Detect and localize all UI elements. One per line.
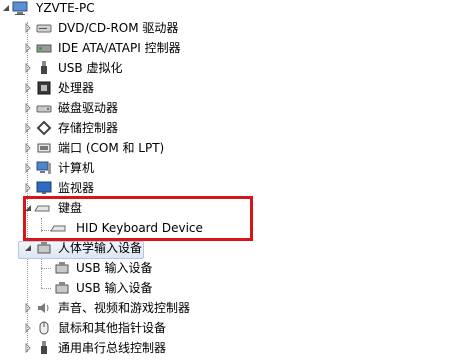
processor-icon — [37, 81, 51, 95]
mouse-icon — [39, 321, 49, 335]
tree-item-label: 通用串行总线控制器 — [58, 341, 167, 355]
hid-icon — [37, 242, 51, 254]
tree-item-processor[interactable]: 处理器 — [0, 78, 260, 98]
tree-item-label: 处理器 — [58, 81, 95, 95]
disk-drive-icon — [36, 105, 52, 113]
ide-controller-icon — [36, 44, 52, 53]
expand-arrow-icon[interactable] — [23, 143, 33, 153]
highlight-box — [23, 196, 253, 241]
expand-arrow-icon[interactable] — [23, 83, 33, 93]
collapse-arrow-icon[interactable] — [1, 3, 11, 13]
tree-item-monitor[interactable]: 监视器 — [0, 178, 260, 198]
tree-item-label: 声音、视频和游戏控制器 — [58, 301, 191, 315]
computer-root-icon — [12, 1, 28, 15]
tree-item-usb-input-device[interactable]: USB 输入设备 — [0, 278, 260, 298]
tree-item-label: USB 输入设备 — [76, 281, 153, 295]
port-icon — [37, 143, 51, 153]
tree-item-label: 监视器 — [58, 181, 95, 195]
tree-item-label: USB 输入设备 — [76, 261, 153, 275]
sound-icon — [38, 303, 49, 313]
tree-item-mouse[interactable]: 鼠标和其他指针设备 — [0, 318, 260, 338]
collapse-arrow-icon[interactable] — [23, 243, 33, 253]
tree-item-label: 端口 (COM 和 LPT) — [58, 141, 165, 155]
tree-item-storage[interactable]: 存储控制器 — [0, 118, 260, 138]
tree-item-sound[interactable]: 声音、视频和游戏控制器 — [0, 298, 260, 318]
tree-item-label: 磁盘驱动器 — [58, 101, 119, 115]
tree-item-usb-virtual[interactable]: USB 虚拟化 — [0, 58, 260, 78]
monitor-icon — [36, 181, 52, 194]
hid-icon — [55, 282, 69, 294]
expand-arrow-icon[interactable] — [23, 183, 33, 193]
usb-controller-icon — [41, 341, 47, 354]
tree-item-dvd[interactable]: DVD/CD-ROM 驱动器 — [0, 18, 260, 38]
tree-item-label: USB 虚拟化 — [58, 61, 123, 75]
expand-arrow-icon[interactable] — [23, 63, 33, 73]
tree-item-computer[interactable]: 计算机 — [0, 158, 260, 178]
tree-item-ide[interactable]: IDE ATA/ATAPI 控制器 — [0, 38, 260, 58]
expand-arrow-icon[interactable] — [23, 123, 33, 133]
expand-arrow-icon[interactable] — [23, 23, 33, 33]
tree-item-label: DVD/CD-ROM 驱动器 — [58, 21, 179, 35]
expand-arrow-icon[interactable] — [23, 343, 33, 353]
storage-controller-icon — [36, 120, 52, 136]
tree-item-usb-controller[interactable]: 通用串行总线控制器 — [0, 338, 260, 358]
expand-arrow-icon[interactable] — [23, 323, 33, 333]
tree-item-usb-input-device[interactable]: USB 输入设备 — [0, 258, 260, 278]
tree-item-label: 存储控制器 — [58, 121, 119, 135]
tree-item-label: 鼠标和其他指针设备 — [58, 321, 167, 335]
expand-arrow-icon[interactable] — [23, 163, 33, 173]
computer-icon — [36, 161, 51, 174]
tree-item-label: 计算机 — [58, 161, 95, 175]
expand-arrow-icon[interactable] — [23, 103, 33, 113]
usb-icon — [41, 61, 47, 74]
tree-item-hid[interactable]: 人体学输入设备 — [0, 238, 260, 258]
tree-item-disk[interactable]: 磁盘驱动器 — [0, 98, 260, 118]
tree-root[interactable]: YZVTE-PC — [0, 0, 200, 18]
tree-item-label: 人体学输入设备 — [58, 241, 143, 255]
expand-arrow-icon[interactable] — [23, 303, 33, 313]
hid-icon — [55, 262, 69, 274]
tree-item-label: IDE ATA/ATAPI 控制器 — [58, 41, 181, 55]
tree-item-port[interactable]: 端口 (COM 和 LPT) — [0, 138, 260, 158]
dvd-drive-icon — [36, 24, 52, 33]
tree-root-label: YZVTE-PC — [36, 1, 95, 15]
expand-arrow-icon[interactable] — [23, 43, 33, 53]
